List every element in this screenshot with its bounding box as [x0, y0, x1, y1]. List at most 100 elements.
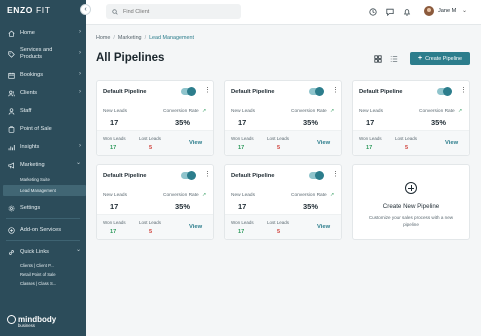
search-box[interactable] [106, 4, 241, 19]
pipeline-enabled-toggle[interactable] [309, 171, 324, 180]
conversion-rate-label: Conversion Rate [291, 193, 327, 198]
quick-link-item[interactable]: Retail Point of Sale [0, 270, 86, 279]
view-pipeline-link[interactable]: View [445, 140, 458, 146]
pipeline-enabled-toggle[interactable] [309, 87, 324, 96]
lost-leads-value: 5 [277, 145, 281, 151]
bell-icon[interactable] [403, 8, 411, 16]
create-pipeline-button[interactable]: + Create Pipeline [410, 52, 470, 65]
view-pipeline-link[interactable]: View [317, 140, 330, 146]
list-view-icon[interactable] [390, 55, 398, 63]
quick-link-item[interactable]: Classes | Class S... [0, 279, 86, 288]
chevron-down-icon: ⌄ [75, 247, 81, 253]
won-leads-value: 17 [110, 229, 117, 235]
mindbody-mark-icon [7, 315, 16, 324]
won-leads-label: Won Leads [231, 136, 254, 141]
pipeline-name: Default Pipeline [231, 89, 275, 95]
breadcrumb-marketing[interactable]: Marketing [118, 35, 142, 41]
sidebar-item-label: Staff [20, 108, 32, 114]
view-pipeline-link[interactable]: View [317, 224, 330, 230]
new-leads-label: New Leads [231, 193, 255, 198]
more-options-icon[interactable]: ⋮ [332, 171, 339, 178]
sidebar-subitem-lead-management[interactable]: Lead Management [3, 185, 86, 196]
sidebar-item-settings[interactable]: Settings [0, 199, 86, 217]
sidebar-item-insights[interactable]: Insights › [0, 138, 86, 156]
sidebar-item-quick-links[interactable]: Quick Links ⌄ [0, 243, 86, 261]
plus-circle-icon [7, 226, 15, 234]
won-leads-label: Won Leads [231, 220, 254, 225]
person-icon [7, 107, 15, 115]
mindbody-logo: mindbody business [7, 315, 56, 328]
user-name[interactable]: Jane M [438, 8, 456, 14]
won-leads-value: 17 [366, 145, 373, 151]
sidebar-item-marketing[interactable]: Marketing ⌄ [0, 156, 86, 174]
plus-circle-icon [405, 182, 417, 194]
create-new-pipeline-card[interactable]: Create New Pipeline Customize your sales… [352, 164, 470, 240]
avatar[interactable] [424, 6, 434, 16]
conversion-rate-value: 35% [175, 118, 191, 127]
tag-icon [7, 50, 15, 58]
search-input[interactable] [123, 8, 233, 15]
trend-up-icon: ↗ [330, 108, 335, 114]
breadcrumb-home[interactable]: Home [96, 35, 110, 41]
sidebar-item-label: Marketing [20, 162, 45, 168]
sidebar-item-point-of-sale[interactable]: Point of Sale [0, 120, 86, 138]
lost-leads-label: Lost Leads [267, 220, 290, 225]
pipeline-name: Default Pipeline [231, 173, 275, 179]
top-bar: Jane M ⌄ [86, 0, 481, 25]
new-leads-value: 17 [110, 118, 119, 127]
sidebar-item-bookings[interactable]: Bookings › [0, 66, 86, 84]
pipeline-enabled-toggle[interactable] [181, 87, 196, 96]
sidebar-item-label: Clients [20, 90, 38, 96]
pipeline-card: Default Pipeline ⋮ New Leads Conversion … [96, 80, 214, 156]
conversion-rate-label: Conversion Rate [291, 109, 327, 114]
sidebar-item-home[interactable]: Home › [0, 24, 86, 42]
sidebar-item-add-on-services[interactable]: Add-on Services [0, 221, 86, 239]
won-leads-value: 17 [110, 145, 117, 151]
new-leads-value: 17 [366, 118, 375, 127]
chevron-down-icon[interactable]: ⌄ [462, 7, 467, 14]
more-options-icon[interactable]: ⋮ [460, 87, 467, 94]
trend-up-icon: ↗ [202, 108, 207, 114]
won-leads-label: Won Leads [359, 136, 382, 141]
sidebar-item-label: Settings [20, 205, 41, 211]
lost-leads-value: 5 [277, 229, 281, 235]
brand-logo[interactable]: ENZO FIT [7, 5, 51, 15]
breadcrumb: Home / Marketing / Lead Management [96, 35, 195, 41]
conversion-rate-label: Conversion Rate [163, 193, 199, 198]
quick-link-item[interactable]: Clients | Client P... [0, 261, 86, 270]
sidebar-item-services-and-products[interactable]: Services and Products › [0, 42, 86, 66]
pipeline-enabled-toggle[interactable] [437, 87, 452, 96]
sidebar-subitem-marketing-suite[interactable]: Marketing Suite [0, 174, 86, 185]
sidebar-item-clients[interactable]: Clients › [0, 84, 86, 102]
view-pipeline-link[interactable]: View [189, 224, 202, 230]
search-icon [112, 8, 118, 15]
new-leads-label: New Leads [103, 193, 127, 198]
more-options-icon[interactable]: ⋮ [204, 171, 211, 178]
more-options-icon[interactable]: ⋮ [204, 87, 211, 94]
new-leads-label: New Leads [359, 109, 383, 114]
won-leads-value: 17 [238, 229, 245, 235]
new-leads-value: 17 [110, 202, 119, 211]
view-pipeline-link[interactable]: View [189, 140, 202, 146]
page-title: All Pipelines [96, 52, 165, 64]
trend-up-icon: ↗ [458, 108, 463, 114]
grid-view-icon[interactable] [374, 55, 382, 63]
users-icon [7, 89, 15, 97]
sidebar-item-label: Home [20, 30, 35, 36]
conversion-rate-value: 35% [175, 202, 191, 211]
pipeline-enabled-toggle[interactable] [181, 171, 196, 180]
gear-icon [7, 204, 15, 212]
more-options-icon[interactable]: ⋮ [332, 87, 339, 94]
create-new-pipeline-description: Customize your sales process with a new … [368, 215, 454, 227]
chevron-right-icon: › [79, 50, 81, 56]
clock-icon[interactable] [369, 8, 377, 16]
create-new-pipeline-title: Create New Pipeline [382, 203, 440, 210]
lost-leads-label: Lost Leads [139, 220, 162, 225]
conversion-rate-value: 35% [303, 202, 319, 211]
chat-icon[interactable] [386, 8, 394, 16]
conversion-rate-value: 35% [303, 118, 319, 127]
chevron-down-icon: ⌄ [75, 160, 81, 166]
collapse-sidebar-button[interactable]: ‹ [80, 4, 91, 15]
sidebar-item-staff[interactable]: Staff [0, 102, 86, 120]
lost-leads-value: 5 [149, 229, 153, 235]
